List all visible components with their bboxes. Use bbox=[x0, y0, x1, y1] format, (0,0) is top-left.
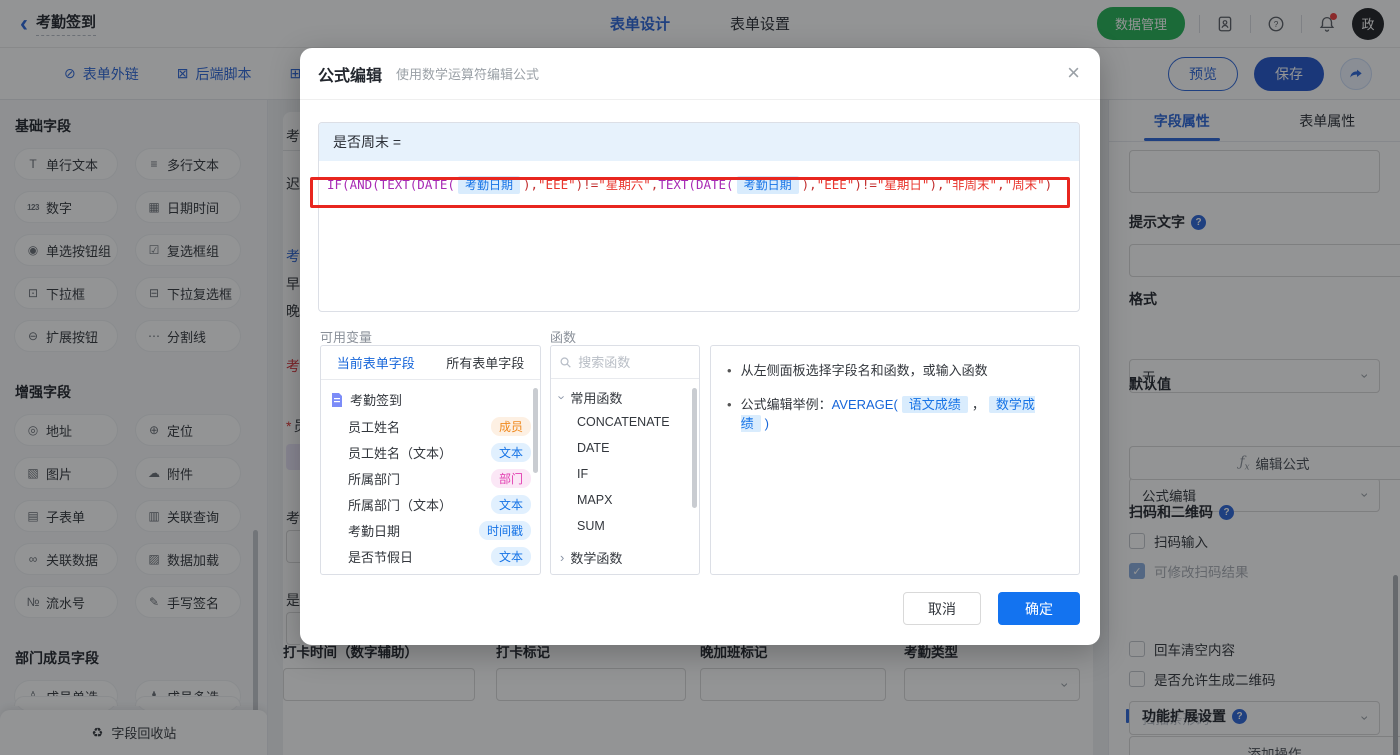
modal-header: 公式编辑 使用数学运算符编辑公式 bbox=[300, 48, 1100, 100]
search-icon bbox=[560, 356, 571, 368]
variable-type-badge: 文本 bbox=[490, 494, 531, 514]
close-icon[interactable]: × bbox=[1067, 62, 1080, 84]
cancel-button[interactable]: 取消 bbox=[903, 592, 981, 625]
variable-type-badge: 文本 bbox=[490, 442, 531, 462]
variables-label: 可用变量 bbox=[320, 330, 373, 345]
formula-token: , bbox=[997, 177, 1005, 192]
tab-所有表单字段[interactable]: 所有表单字段 bbox=[431, 346, 541, 379]
formula-editor-modal: 公式编辑 使用数学运算符编辑公式 × 是否周末 = IF(AND(TEXT(DA… bbox=[300, 48, 1100, 645]
hint-fn-open: AVERAGE( bbox=[831, 396, 898, 412]
hint-text: 从左侧面板选择字段名和函数，或输入函数 bbox=[740, 363, 988, 378]
function-search-input[interactable] bbox=[578, 354, 690, 370]
variable-name: 考勤日期 bbox=[348, 523, 401, 539]
chevron-right-icon: › bbox=[560, 550, 565, 565]
function-group-常用函数[interactable]: › 常用函数 bbox=[551, 379, 699, 409]
formula-token: "星期六" bbox=[598, 177, 651, 192]
confirm-button[interactable]: 确定 bbox=[998, 592, 1080, 625]
formula-token: )!= bbox=[575, 177, 599, 192]
variable-name: 员工姓名（文本） bbox=[348, 445, 453, 461]
functions-label: 函数 bbox=[550, 330, 577, 345]
tab-当前表单字段[interactable]: 当前表单字段 bbox=[321, 346, 431, 379]
hint-line: • 公式编辑举例：AVERAGE(语文成绩，数学成绩) bbox=[727, 395, 1063, 434]
formula-token: )!= bbox=[854, 177, 877, 192]
variable-item[interactable]: 考勤日期 时间戳 bbox=[321, 517, 540, 543]
hint-field-chip: 语文成绩 bbox=[901, 395, 968, 413]
formula-editor: 是否周末 = IF(AND(TEXT(DATE(考勤日期),"EEE")!="星… bbox=[318, 122, 1080, 312]
formula-token: "周末" bbox=[1004, 177, 1045, 192]
formula-token: ), bbox=[522, 177, 539, 192]
variable-type-badge: 时间戳 bbox=[478, 520, 531, 540]
modal-title: 公式编辑 bbox=[318, 67, 383, 85]
variable-type-badge: 部门 bbox=[490, 468, 531, 488]
formula-target-field: 是否周末 = bbox=[319, 123, 1079, 161]
variable-item[interactable]: 员工姓名 成员 bbox=[321, 413, 540, 439]
bullet: • bbox=[727, 396, 732, 412]
hint-fn-close: ) bbox=[764, 416, 769, 431]
function-group-数学函数[interactable]: › 数学函数 bbox=[551, 539, 699, 569]
variable-item[interactable]: 是否节假日 文本 bbox=[321, 543, 540, 569]
bullet: • bbox=[727, 363, 732, 378]
document-icon bbox=[332, 392, 342, 407]
formula-token: "EEE" bbox=[816, 177, 855, 192]
variable-item[interactable]: 所属部门 部门 bbox=[321, 465, 540, 491]
hint-line: • 从左侧面板选择字段名和函数，或输入函数 bbox=[727, 361, 1063, 381]
formula-token: ), bbox=[801, 177, 817, 192]
functions-panel: ›常用函数CONCATENATEDATEIFMAPXSUM›数学函数›文本函数 bbox=[550, 345, 700, 575]
form-root-node[interactable]: 考勤签到 bbox=[321, 380, 540, 413]
variable-name: 是否节假日 bbox=[348, 549, 414, 565]
function-item-SUM[interactable]: SUM bbox=[551, 513, 699, 539]
variables-panel: 当前表单字段 所有表单字段 考勤签到 员工姓名 成员 员工姓名（文本） 文本 所属部门 部门… bbox=[320, 345, 541, 575]
hint-example: 公式编辑举例：AVERAGE(语文成绩，数学成绩) bbox=[740, 395, 1063, 434]
function-search bbox=[551, 346, 699, 379]
hint-prefix: 公式编辑举例： bbox=[740, 396, 832, 412]
function-group-label: 数学函数 bbox=[570, 551, 623, 566]
root-label: 考勤签到 bbox=[350, 393, 403, 408]
variable-item[interactable]: 员工姓名（文本） 文本 bbox=[321, 439, 540, 465]
variable-name: 员工姓名 bbox=[348, 419, 401, 435]
field-chip[interactable]: 考勤日期 bbox=[457, 176, 520, 194]
variable-type-badge: 文本 bbox=[490, 546, 531, 566]
field-chip[interactable]: 考勤日期 bbox=[736, 176, 799, 194]
function-item-DATE[interactable]: DATE bbox=[551, 435, 699, 461]
modal-subtitle: 使用数学运算符编辑公式 bbox=[396, 67, 540, 82]
formula-token: "EEE" bbox=[538, 177, 576, 192]
variable-name: 所属部门（文本） bbox=[348, 497, 453, 513]
functions-scrollbar[interactable] bbox=[692, 388, 697, 508]
hint-separator: ， bbox=[971, 396, 985, 412]
formula-token: IF(AND(TEXT(DATE( bbox=[327, 177, 455, 192]
variable-name: 所属部门 bbox=[348, 471, 401, 487]
variable-type-badge: 成员 bbox=[490, 416, 531, 436]
function-item-MAPX[interactable]: MAPX bbox=[551, 487, 699, 513]
function-item-CONCATENATE[interactable]: CONCATENATE bbox=[551, 409, 699, 435]
formula-token: "星期日" bbox=[876, 177, 930, 192]
formula-token: "非周末" bbox=[944, 177, 998, 192]
chevron-down-icon: › bbox=[554, 395, 570, 400]
variable-item[interactable]: 所属部门（文本） 文本 bbox=[321, 491, 540, 517]
formula-input[interactable]: IF(AND(TEXT(DATE(考勤日期),"EEE")!="星期六",TEX… bbox=[319, 161, 1079, 206]
function-group-文本函数[interactable]: ›文本函数 bbox=[551, 569, 699, 574]
variables-scrollbar[interactable] bbox=[533, 388, 538, 473]
formula-token: TEXT(DATE( bbox=[658, 177, 734, 192]
formula-hints-panel: • 从左侧面板选择字段名和函数，或输入函数 • 公式编辑举例：AVERAGE(语… bbox=[710, 345, 1080, 575]
formula-token: ), bbox=[929, 177, 945, 192]
formula-token: ) bbox=[1044, 177, 1053, 192]
variables-tabs: 当前表单字段 所有表单字段 bbox=[321, 346, 540, 380]
function-item-IF[interactable]: IF bbox=[551, 461, 699, 487]
function-group-label: 常用函数 bbox=[570, 391, 623, 406]
